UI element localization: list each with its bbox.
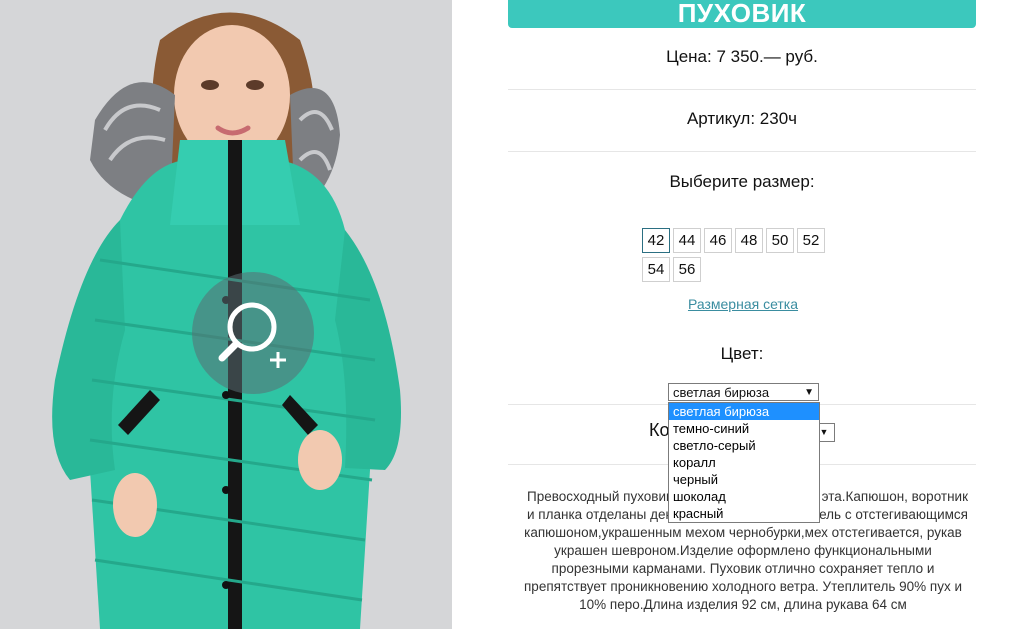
description-line: и планка отделаны деко (527, 507, 680, 522)
color-option[interactable]: шоколад (669, 488, 819, 505)
divider (508, 89, 976, 90)
article: Артикул: 230ч (686, 109, 798, 128)
color-dropdown-list: светлая бирюза темно-синий светло-серый … (668, 402, 820, 523)
size-option[interactable]: 48 (735, 228, 763, 253)
color-option[interactable]: светлая бирюза (669, 403, 819, 420)
color-option[interactable]: коралл (669, 454, 819, 471)
chevron-down-icon: ▼ (804, 387, 814, 398)
color-label: Цвет: (720, 344, 764, 363)
size-option[interactable]: 50 (766, 228, 794, 253)
color-option[interactable]: красный (669, 505, 819, 522)
divider (508, 151, 976, 152)
size-option[interactable]: 52 (797, 228, 825, 253)
chevron-down-icon: ▼ (819, 427, 829, 437)
description-line: 10% перо.Длина изделия 92 см, длина рука… (579, 597, 907, 612)
description-line: капюшоном,украшенным мехом чернобурки,ме… (524, 525, 962, 540)
color-option[interactable]: темно-синий (669, 420, 819, 437)
color-option[interactable]: черный (669, 471, 819, 488)
size-option[interactable]: 54 (642, 257, 670, 282)
size-option[interactable]: 46 (704, 228, 732, 253)
size-option[interactable]: 44 (673, 228, 701, 253)
product-photo[interactable] (0, 0, 452, 629)
size-label: Выберите размер: (669, 172, 815, 191)
color-select-value: светлая бирюза (673, 385, 770, 400)
description-line: препятствует проникновению холодного вет… (524, 579, 962, 594)
description-line: Превосходный пуховик (527, 489, 672, 504)
price: Цена: 7 350.— руб. (666, 47, 818, 66)
description-line: ель с отстегивающимся (819, 507, 968, 522)
size-option[interactable]: 42 (642, 228, 670, 253)
zoom-button[interactable] (192, 272, 314, 394)
color-option[interactable]: светло-серый (669, 437, 819, 454)
size-chart-link[interactable]: Размерная сетка (508, 296, 978, 312)
quantity-label: Ко (649, 420, 670, 440)
color-select[interactable]: светлая бирюза ▼ (668, 383, 819, 401)
description-line: эта.Капюшон, воротник (821, 489, 968, 504)
product-title: ПУХОВИК (508, 0, 976, 28)
description-line: прорезными карманами. Пуховик отлично со… (551, 561, 935, 576)
zoom-in-magnifier-icon (218, 302, 286, 368)
description-line: украшен шевроном.Изделие оформлено функц… (554, 543, 932, 558)
size-option[interactable]: 56 (673, 257, 701, 282)
